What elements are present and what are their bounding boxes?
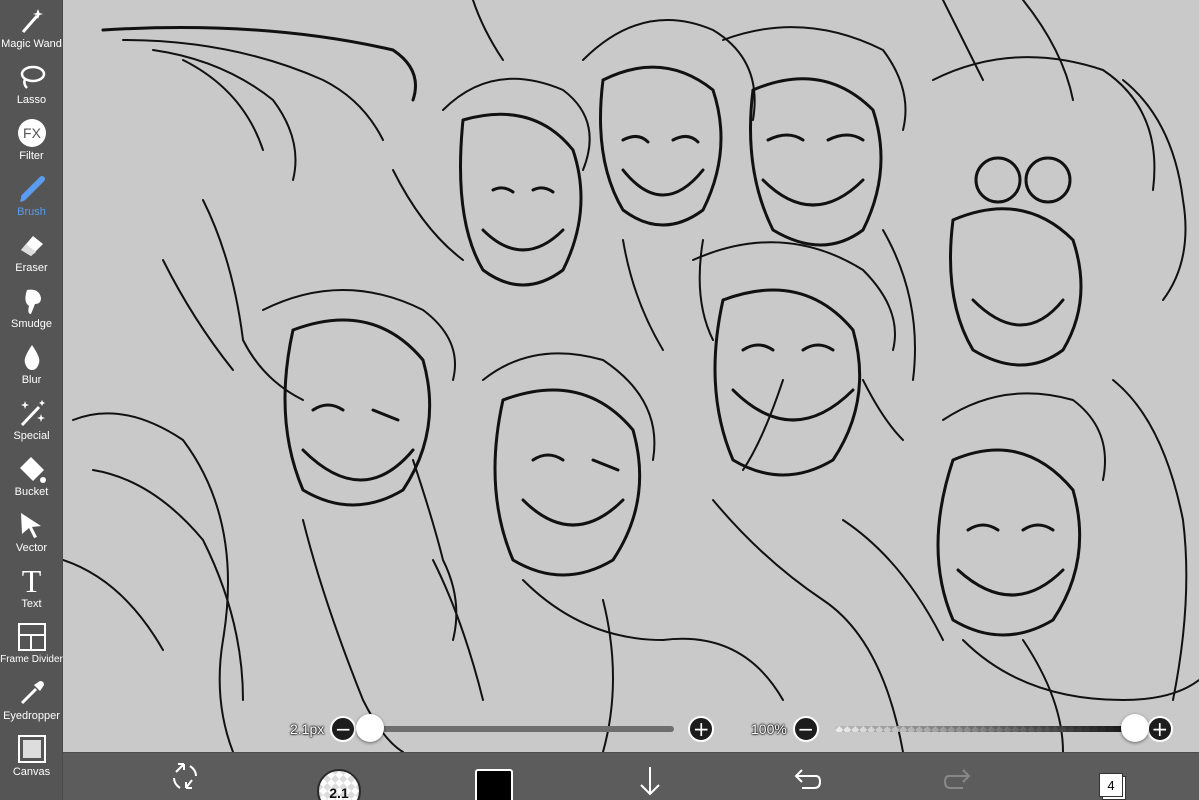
special-sparkle-icon [15, 396, 49, 430]
brush-size-track[interactable] [356, 714, 675, 742]
canvas-icon [15, 732, 49, 766]
opacity-track[interactable] [834, 714, 1149, 742]
brush-size-thumb[interactable] [356, 714, 385, 742]
vector-arrow-icon [15, 508, 49, 542]
plus-icon: + [692, 717, 710, 741]
bottom-toolbar: 2.1 4 [63, 752, 1199, 800]
brush-preview-size: 2.1 [329, 785, 349, 800]
tool-blur[interactable]: Blur [0, 340, 63, 396]
tool-brush[interactable]: Brush [0, 172, 63, 228]
tool-label: Eraser [15, 262, 48, 274]
opacity-fill [834, 726, 1135, 732]
brush-size-value: 2.1px [290, 721, 325, 737]
tool-canvas[interactable]: Canvas [0, 732, 63, 788]
bucket-icon [15, 452, 49, 486]
tool-label: Magic Wand [1, 38, 62, 50]
brush-size-increase-button[interactable]: + [688, 716, 715, 742]
opacity-value: 100% [751, 721, 787, 737]
tool-label: Frame Divider [0, 654, 63, 665]
minus-icon: − [334, 717, 352, 741]
tool-filter[interactable]: FX Filter [0, 116, 63, 172]
tool-eraser[interactable]: Eraser [0, 228, 63, 284]
tool-label: Filter [19, 150, 44, 162]
tool-vector[interactable]: Vector [0, 508, 63, 564]
tool-sidebar: Magic Wand Lasso FX Filter Brush Eraser … [0, 0, 63, 800]
plus-icon: + [1151, 717, 1169, 741]
tool-label: Blur [21, 374, 42, 386]
lasso-icon [15, 60, 49, 94]
redo-icon [943, 769, 971, 789]
eyedropper-icon [15, 676, 49, 710]
layers-button[interactable]: 4 [1099, 773, 1123, 797]
smudge-icon [15, 284, 49, 318]
layer-count: 4 [1107, 777, 1115, 793]
tool-label: Special [13, 430, 50, 442]
brush-icon [15, 172, 49, 206]
tool-label: Canvas [12, 766, 51, 778]
opacity-increase-button[interactable]: + [1146, 716, 1173, 742]
tool-text[interactable]: T Text [0, 564, 63, 620]
undo-button[interactable] [783, 753, 827, 800]
tool-smudge[interactable]: Smudge [0, 284, 63, 340]
tool-magic-wand[interactable]: Magic Wand [0, 4, 63, 60]
redo-button[interactable] [938, 753, 982, 800]
tool-label: Brush [17, 206, 46, 218]
arrow-down-icon [640, 767, 660, 796]
tool-label: Lasso [16, 94, 47, 106]
color-picker-button[interactable] [475, 769, 513, 800]
tool-label: Bucket [14, 486, 49, 498]
tool-lasso[interactable]: Lasso [0, 60, 63, 116]
opacity-thumb[interactable] [1120, 714, 1149, 742]
brush-settings-button[interactable]: 2.1 [317, 769, 361, 800]
magic-wand-icon [15, 4, 49, 38]
text-glyph: T [21, 563, 42, 599]
eraser-icon [15, 228, 49, 262]
minus-icon: − [797, 717, 815, 741]
sketch-artwork [63, 0, 1199, 752]
transform-button[interactable] [163, 753, 207, 800]
opacity-slider: 100% − + [751, 714, 1199, 744]
tool-eyedropper[interactable]: Eyedropper [0, 676, 63, 732]
tool-special[interactable]: Special [0, 396, 63, 452]
brush-size-slider: 2.1px − + [290, 714, 723, 744]
opacity-decrease-button[interactable]: − [792, 716, 819, 742]
brush-size-decrease-button[interactable]: − [330, 716, 357, 742]
layer-down-button[interactable] [628, 753, 672, 800]
fx-filter-icon: FX [15, 116, 49, 150]
frame-divider-icon [15, 620, 49, 654]
tool-label: Text [21, 598, 42, 610]
tool-label: Eyedropper [3, 710, 60, 722]
blur-drop-icon [15, 340, 49, 374]
fx-glyph: FX [23, 125, 42, 141]
tool-label: Vector [15, 542, 48, 554]
undo-icon [794, 769, 822, 789]
text-icon: T [15, 564, 49, 598]
transform-arrows-icon [173, 763, 197, 789]
tool-frame-divider[interactable]: Frame Divider [0, 620, 63, 676]
tool-bucket[interactable]: Bucket [0, 452, 63, 508]
drawing-canvas[interactable]: 2.1px − + 100% − + [63, 0, 1199, 752]
tool-label: Smudge [11, 318, 52, 330]
